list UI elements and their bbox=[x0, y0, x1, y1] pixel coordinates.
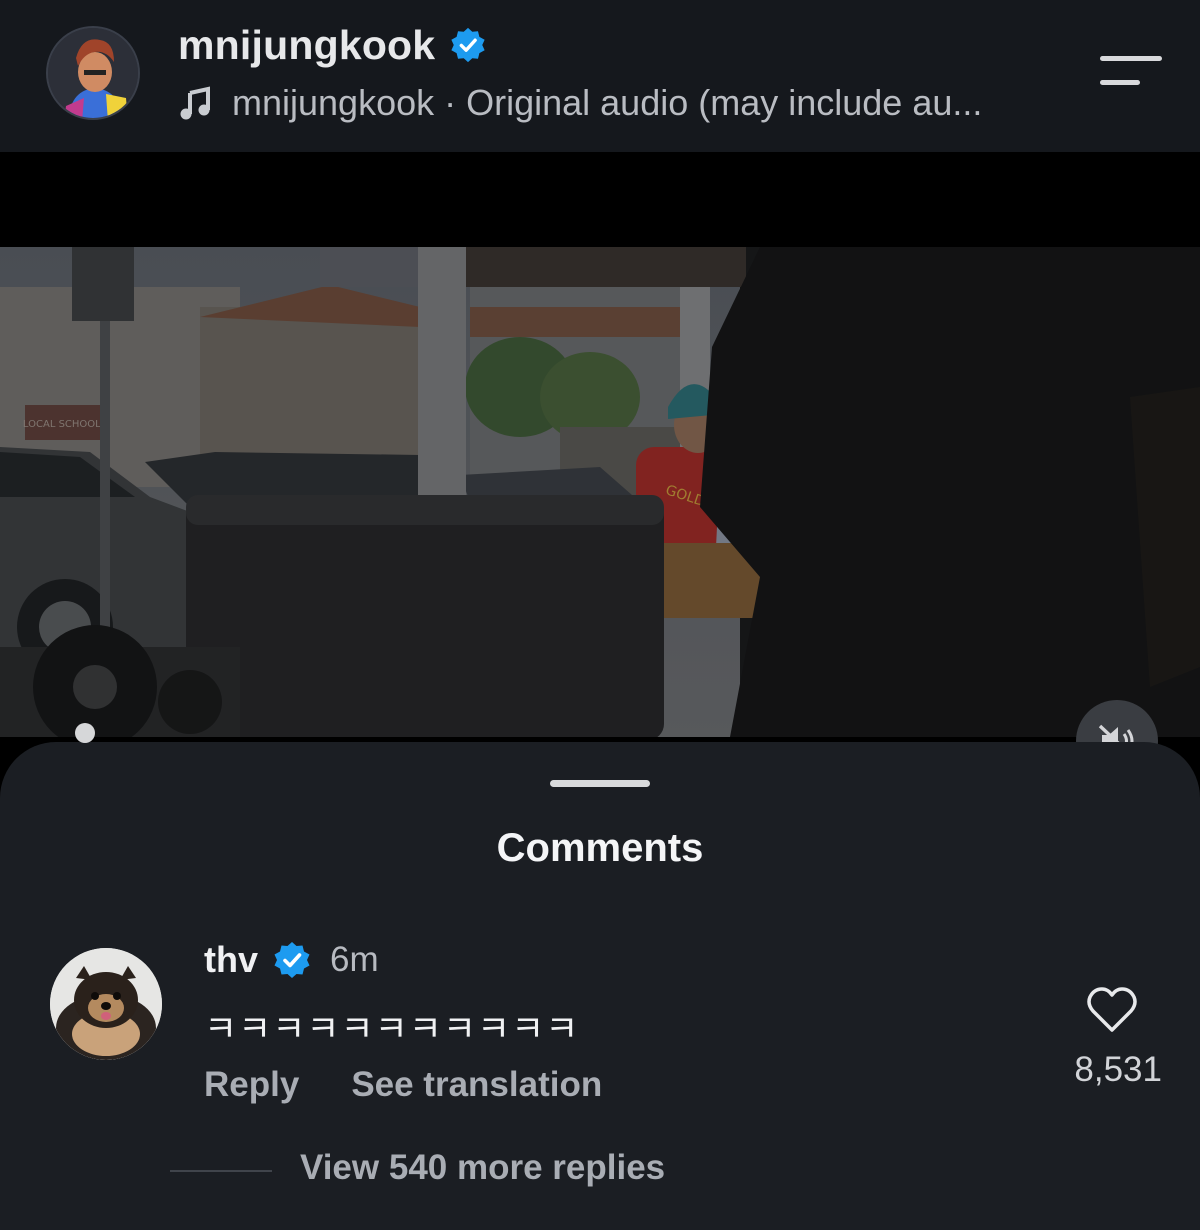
view-replies-button[interactable]: View 540 more replies bbox=[300, 1148, 665, 1188]
comments-title: Comments bbox=[496, 826, 704, 870]
post-header: mnijungkook mnijungkook · Original audio… bbox=[0, 0, 1200, 152]
menu-icon[interactable] bbox=[1098, 52, 1164, 92]
reply-button[interactable]: Reply bbox=[204, 1065, 299, 1105]
comment-username[interactable]: thv bbox=[204, 939, 258, 981]
like-count: 8,531 bbox=[1074, 1050, 1162, 1089]
audio-link[interactable]: mnijungkook · Original audio (may includ… bbox=[178, 80, 982, 126]
sheet-drag-handle[interactable] bbox=[550, 780, 650, 787]
comment-timestamp: 6m bbox=[330, 940, 379, 979]
comment-text: ㅋㅋㅋㅋㅋㅋㅋㅋㅋㅋㅋ bbox=[204, 1008, 580, 1049]
heart-icon[interactable] bbox=[1086, 986, 1138, 1034]
verified-badge-icon bbox=[272, 940, 312, 980]
post-username[interactable]: mnijungkook bbox=[178, 22, 435, 69]
video-progress-handle[interactable] bbox=[75, 723, 95, 743]
audio-text: mnijungkook · Original audio (may includ… bbox=[232, 82, 983, 123]
profile-avatar[interactable] bbox=[46, 26, 140, 120]
see-translation-button[interactable]: See translation bbox=[351, 1065, 602, 1105]
video-player[interactable]: LOCAL SCHOOLS GOLD'S bbox=[0, 247, 1200, 737]
comments-sheet: Comments thv 6m ㅋㅋㅋㅋㅋㅋㅋㅋㅋㅋㅋ Reply See tr… bbox=[0, 742, 1200, 1230]
verified-badge-icon bbox=[449, 26, 487, 64]
video-letterbox bbox=[0, 152, 1200, 247]
reel-screen: mnijungkook mnijungkook · Original audio… bbox=[0, 0, 1200, 1230]
replies-divider bbox=[170, 1170, 272, 1172]
commenter-avatar[interactable] bbox=[50, 948, 162, 1060]
music-note-icon bbox=[178, 85, 214, 121]
